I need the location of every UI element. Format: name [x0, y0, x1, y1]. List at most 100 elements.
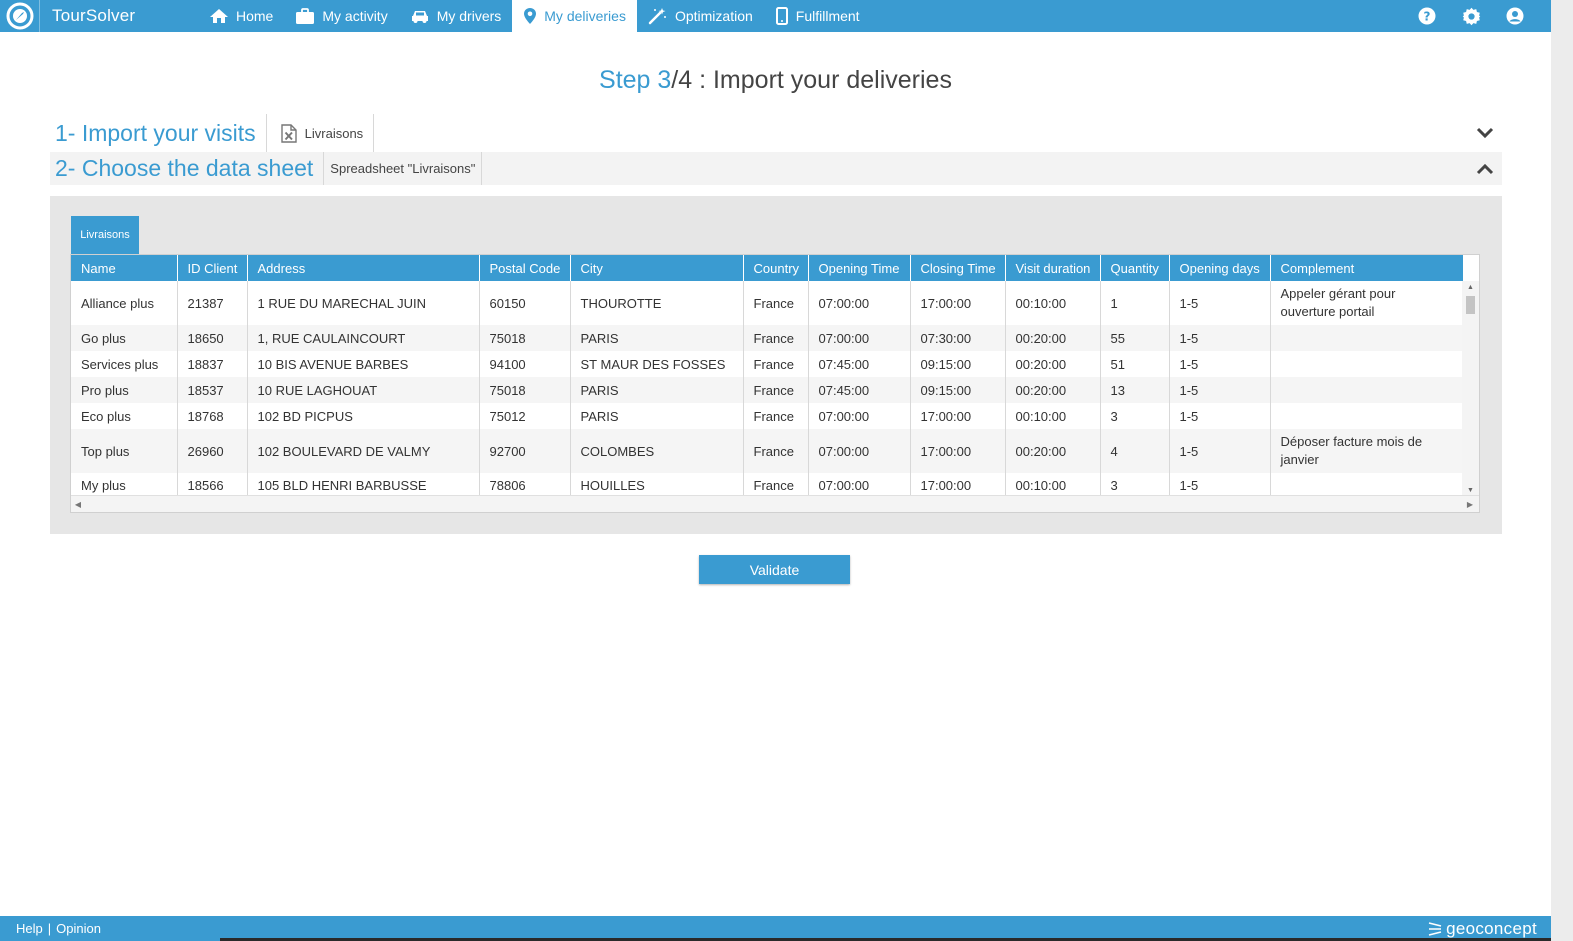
table-cell: 00:10:00 [1005, 403, 1101, 429]
table-cell: 1, RUE CAULAINCOURT [247, 325, 480, 351]
column-header[interactable]: City [570, 255, 744, 281]
column-header[interactable]: Closing Time [910, 255, 1006, 281]
table-row[interactable]: My plus 18566 105 BLD HENRI BARBUSSE 788… [71, 473, 1464, 497]
settings-button[interactable] [1449, 0, 1493, 32]
column-header[interactable]: Country [743, 255, 809, 281]
table-cell: 94100 [479, 351, 571, 377]
table-cell: 21387 [177, 281, 248, 325]
table-cell: 17:00:00 [910, 429, 1006, 473]
scroll-left-arrow-icon[interactable]: ◀ [71, 496, 85, 512]
table-cell: 18837 [177, 351, 248, 377]
table-cell: 60150 [479, 281, 571, 325]
nav-my-drivers[interactable]: My drivers [399, 0, 513, 32]
logo[interactable] [0, 0, 40, 32]
column-header[interactable]: ID Client [177, 255, 248, 281]
map-pin-icon [524, 8, 537, 24]
table-cell: 00:10:00 [1005, 473, 1101, 497]
scroll-up-arrow-icon[interactable]: ▲ [1462, 281, 1479, 293]
column-header[interactable]: Name [71, 255, 178, 281]
column-header[interactable]: Opening Time [808, 255, 911, 281]
table-cell: 1-5 [1169, 351, 1271, 377]
table-row[interactable]: Top plus 26960 102 BOULEVARD DE VALMY 92… [71, 429, 1464, 473]
vertical-scroll-thumb[interactable] [1466, 296, 1475, 314]
table-cell: 07:00:00 [808, 473, 911, 497]
validate-button[interactable]: Validate [699, 555, 850, 584]
table-row[interactable]: Services plus 18837 10 BIS AVENUE BARBES… [71, 351, 1464, 377]
table-row[interactable]: Go plus 18650 1, RUE CAULAINCOURT 75018 … [71, 325, 1464, 351]
svg-text:?: ? [1424, 10, 1431, 24]
table-cell: 17:00:00 [910, 473, 1006, 497]
table-cell: 00:20:00 [1005, 325, 1101, 351]
data-grid: Name ID Client Address Postal Code City … [70, 254, 1480, 513]
brand-name: TourSolver [52, 6, 136, 25]
section-choose-sheet-toggle[interactable] [1468, 152, 1502, 185]
help-button[interactable]: ? [1405, 0, 1449, 32]
table-cell: ST MAUR DES FOSSES [570, 351, 744, 377]
table-cell: 1 [1100, 281, 1170, 325]
column-header[interactable]: Visit duration [1005, 255, 1101, 281]
nav-fulfillment[interactable]: Fulfillment [764, 0, 871, 32]
table-cell: 55 [1100, 325, 1170, 351]
column-header[interactable]: Opening days [1169, 255, 1271, 281]
table-cell: 17:00:00 [910, 281, 1006, 325]
mobile-phone-icon [775, 7, 788, 25]
page-title-step: Step 3 [599, 66, 672, 94]
table-row[interactable]: Eco plus 18768 102 BD PICPUS 75012 PARIS… [71, 403, 1464, 429]
table-cell: France [743, 325, 809, 351]
section-import-visits-toggle[interactable] [1468, 114, 1502, 152]
table-header-row: Name ID Client Address Postal Code City … [71, 255, 1464, 281]
table-cell: Alliance plus [71, 281, 178, 325]
nav-optimization[interactable]: Optimization [637, 0, 764, 32]
chevron-up-icon [1476, 163, 1494, 174]
table-cell [1270, 473, 1464, 497]
table-cell: Top plus [71, 429, 178, 473]
table-cell: France [743, 403, 809, 429]
table-cell: 18537 [177, 377, 248, 403]
help-link[interactable]: Help [16, 921, 43, 936]
nav-my-deliveries[interactable]: My deliveries [512, 0, 637, 32]
home-icon [210, 9, 228, 23]
geoconcept-mark-icon [1428, 921, 1442, 936]
column-header[interactable]: Complement [1270, 255, 1464, 281]
table-cell: France [743, 281, 809, 325]
sheet-panel: Livraisons Name ID Client Address Postal… [50, 196, 1502, 534]
sheet-tab-livraisons[interactable]: Livraisons [71, 216, 139, 254]
opinion-link[interactable]: Opinion [56, 921, 101, 936]
table-cell [1270, 325, 1464, 351]
nav-home[interactable]: Home [198, 0, 284, 32]
section-choose-sheet-heading[interactable]: 2- Choose the data sheet [50, 152, 325, 185]
table-cell: 1-5 [1169, 325, 1271, 351]
table-cell: 105 BLD HENRI BARBUSSE [247, 473, 480, 497]
nav-my-activity[interactable]: My activity [284, 0, 398, 32]
section-import-visits-heading[interactable]: 1- Import your visits [50, 114, 267, 152]
nav-optimization-label: Optimization [674, 8, 753, 24]
table-cell: 1-5 [1169, 473, 1271, 497]
table-cell: 07:45:00 [808, 377, 911, 403]
horizontal-scrollbar[interactable]: ◀ ▶ [71, 495, 1479, 512]
table-cell: 1-5 [1169, 403, 1271, 429]
table-body: Alliance plus 21387 1 RUE DU MARECHAL JU… [71, 281, 1464, 497]
table-cell: 07:00:00 [808, 325, 911, 351]
table-row[interactable]: Pro plus 18537 10 RUE LAGHOUAT 75018 PAR… [71, 377, 1464, 403]
chevron-down-icon [1476, 127, 1494, 139]
footer-separator: | [47, 921, 52, 936]
vertical-scrollbar[interactable]: ▲ ▼ [1462, 281, 1479, 496]
page: TourSolver Home My activity My drivers M… [0, 0, 1573, 941]
table-cell: France [743, 351, 809, 377]
table-cell: 3 [1100, 403, 1170, 429]
column-header[interactable]: Address [247, 255, 480, 281]
table-cell: Services plus [71, 351, 178, 377]
table-row[interactable]: Alliance plus 21387 1 RUE DU MARECHAL JU… [71, 281, 1464, 325]
briefcase-icon [296, 7, 315, 24]
column-header[interactable]: Postal Code [479, 255, 571, 281]
nav-my-activity-label: My activity [322, 8, 388, 24]
column-header[interactable]: Quantity [1100, 255, 1170, 281]
top-navbar: TourSolver Home My activity My drivers M… [0, 0, 1551, 32]
user-account-button[interactable] [1493, 0, 1537, 32]
table-cell: 1-5 [1169, 281, 1271, 325]
table-cell: 18650 [177, 325, 248, 351]
table-cell: 3 [1100, 473, 1170, 497]
table-cell: 1-5 [1169, 429, 1271, 473]
scroll-right-arrow-icon[interactable]: ▶ [1463, 496, 1477, 512]
footer-links: Help | Opinion [0, 921, 101, 936]
